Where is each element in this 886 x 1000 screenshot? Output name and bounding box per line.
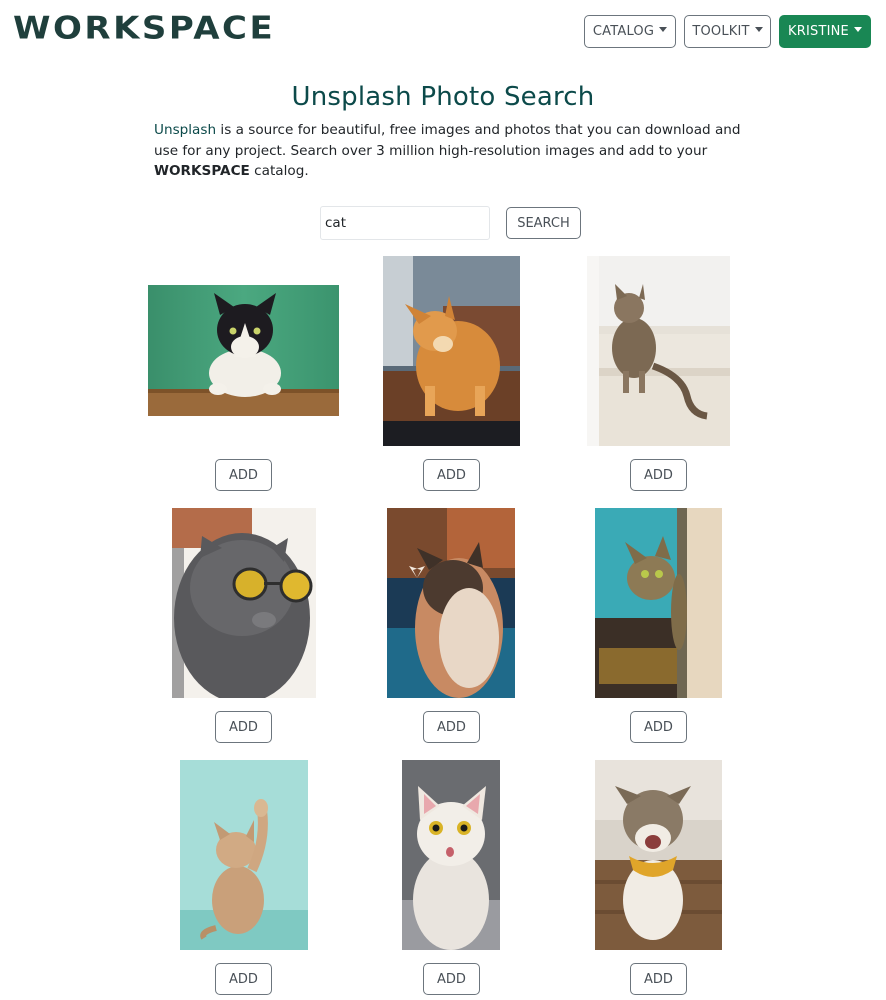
cat-photo-butterfly-nose[interactable] xyxy=(387,508,515,698)
page-title: Unsplash Photo Search xyxy=(291,82,595,112)
toolkit-menu-label: TOOLKIT xyxy=(692,24,750,39)
brand-logo[interactable]: WORKSPACE xyxy=(13,10,275,47)
add-button[interactable]: ADD xyxy=(630,963,687,995)
unsplash-link[interactable]: Unsplash xyxy=(154,122,216,138)
cat-photo-white-surprised[interactable] xyxy=(402,760,500,950)
add-button[interactable]: ADD xyxy=(423,459,480,491)
search-input[interactable] xyxy=(320,206,490,240)
add-button[interactable]: ADD xyxy=(630,711,687,743)
add-button[interactable]: ADD xyxy=(423,963,480,995)
intro-brand: WORKSPACE xyxy=(154,163,250,179)
search-button[interactable]: SEARCH xyxy=(506,207,581,239)
intro-text: is a source for beautiful, free images a… xyxy=(154,122,741,159)
cat-photo-grey-sunglasses[interactable] xyxy=(172,508,316,698)
caret-down-icon xyxy=(853,27,862,32)
add-button[interactable]: ADD xyxy=(423,711,480,743)
catalog-menu-label: CATALOG xyxy=(592,24,655,39)
cat-photo-paw-raised-teal[interactable] xyxy=(180,760,308,950)
cat-photo-tabby-stairs[interactable] xyxy=(587,256,730,446)
intro-paragraph: Unsplash is a source for beautiful, free… xyxy=(154,120,754,182)
add-button[interactable]: ADD xyxy=(215,711,272,743)
cat-photo-peeking-tabby[interactable] xyxy=(595,508,722,698)
toolkit-menu-button[interactable]: TOOLKIT xyxy=(684,15,771,48)
intro-text-end: catalog. xyxy=(249,163,309,179)
navbar: WORKSPACE CATALOG TOOLKIT KRISTINE xyxy=(0,0,886,62)
caret-down-icon xyxy=(659,27,668,32)
caret-down-icon xyxy=(754,27,763,32)
cat-photo-green-wall[interactable] xyxy=(148,285,339,416)
catalog-menu-button[interactable]: CATALOG xyxy=(584,15,676,48)
add-button[interactable]: ADD xyxy=(630,459,687,491)
add-button[interactable]: ADD xyxy=(215,963,272,995)
user-menu-label: KRISTINE xyxy=(788,24,849,39)
cat-photo-happy-scarf[interactable] xyxy=(595,760,722,950)
cat-photo-ginger-longhair[interactable] xyxy=(383,256,520,446)
user-menu-button[interactable]: KRISTINE xyxy=(779,15,871,48)
add-button[interactable]: ADD xyxy=(215,459,272,491)
